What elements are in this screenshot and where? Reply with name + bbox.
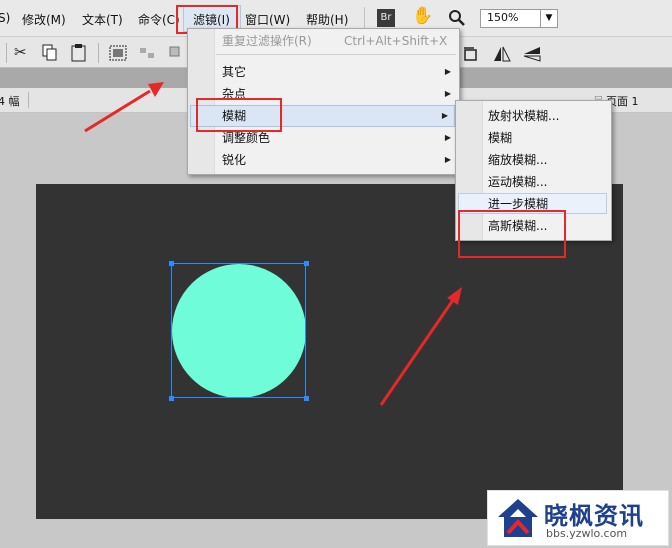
watermark-title: 晓枫资讯: [544, 502, 644, 530]
watermark-url: bbs.yzwlo.com: [546, 527, 628, 540]
watermark-logo: [498, 499, 538, 537]
annotation-arrows: [84, 82, 462, 406]
red-arrow-icon: [84, 82, 164, 133]
red-arrow-icon: [379, 287, 462, 406]
watermark: 晓枫资讯 bbs.yzwlo.com: [487, 490, 669, 546]
